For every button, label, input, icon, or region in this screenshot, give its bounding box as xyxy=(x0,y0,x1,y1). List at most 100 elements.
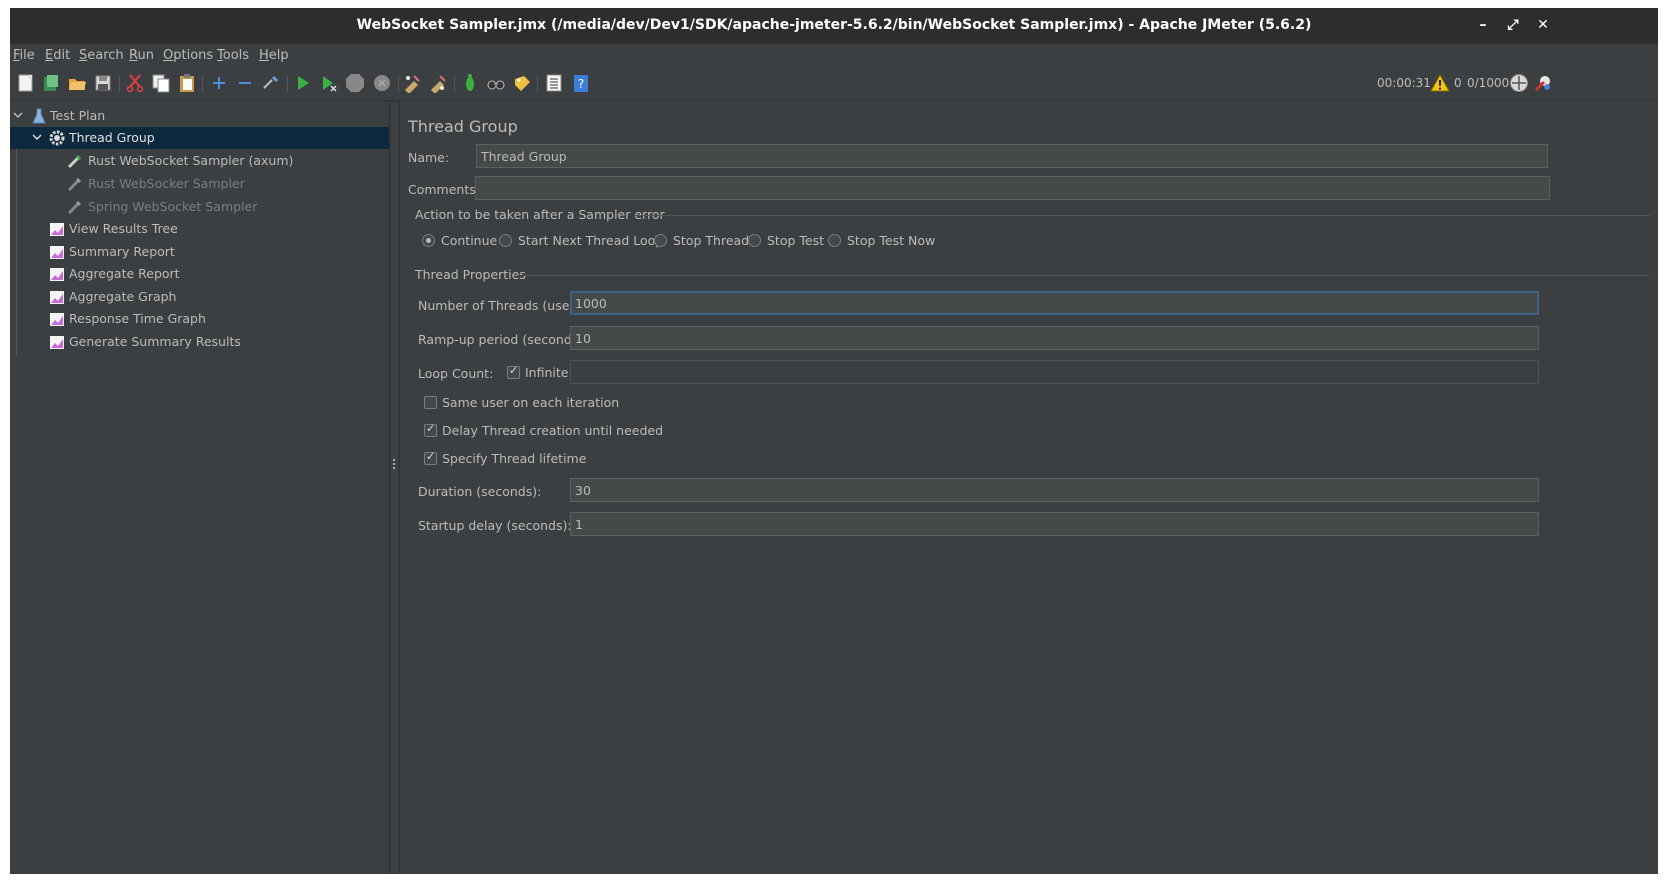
remote-engines-icon[interactable] xyxy=(1509,73,1529,93)
clear-all-icon[interactable] xyxy=(428,73,448,93)
menu-tools[interactable]: Tools xyxy=(217,48,249,63)
templates-icon[interactable] xyxy=(41,73,61,93)
maximize-button[interactable]: ⤢ xyxy=(1503,15,1523,35)
shutdown-icon[interactable] xyxy=(372,73,392,93)
status-indicator-icon[interactable] xyxy=(1533,73,1553,93)
thread-properties-section-title: Thread Properties xyxy=(415,267,526,282)
tree-node-test-plan[interactable]: Test Plan xyxy=(10,105,390,127)
new-icon[interactable] xyxy=(16,73,36,93)
tree-node-sampler-disabled[interactable]: Rust WebSocker Sampler xyxy=(10,173,390,195)
startup-delay-input[interactable] xyxy=(570,512,1539,536)
tree-node-label: Spring WebSocket Sampler xyxy=(88,199,258,214)
tree-node-label: Rust WebSocker Sampler xyxy=(88,176,245,191)
specify-lifetime-label: Specify Thread lifetime xyxy=(442,451,587,466)
toolbar-separator xyxy=(119,75,120,93)
tree-node-label: Generate Summary Results xyxy=(69,334,241,349)
minimize-button[interactable]: – xyxy=(1473,15,1493,35)
window-title: WebSocket Sampler.jmx (/media/dev/Dev1/S… xyxy=(356,17,1312,33)
tree-node-listener[interactable]: Aggregate Graph xyxy=(10,286,390,308)
elapsed-time: 00:00:31 xyxy=(1377,76,1431,90)
threads-input[interactable] xyxy=(570,291,1539,315)
specify-lifetime-checkbox[interactable] xyxy=(424,450,437,465)
close-button[interactable]: ✕ xyxy=(1533,15,1553,35)
help-icon[interactable]: ? xyxy=(571,73,591,93)
stop-icon[interactable] xyxy=(345,73,365,93)
tree-node-label: Response Time Graph xyxy=(69,311,206,326)
toolbar-separator xyxy=(202,75,203,93)
open-icon[interactable] xyxy=(67,73,87,93)
start-icon[interactable] xyxy=(293,73,313,93)
listener-graph-icon xyxy=(50,223,64,236)
menu-options[interactable]: Options xyxy=(163,48,213,63)
duration-input[interactable] xyxy=(570,478,1539,502)
name-input[interactable] xyxy=(476,144,1548,168)
tree-node-sampler[interactable]: Rust WebSocket Sampler (axum) xyxy=(10,150,390,172)
listener-graph-icon xyxy=(50,291,64,304)
comments-input[interactable] xyxy=(475,176,1550,200)
collapse-icon[interactable] xyxy=(235,73,255,93)
save-icon[interactable] xyxy=(93,73,113,93)
rampup-label: Ramp-up period (seconds): xyxy=(418,332,588,347)
radio-stop-test-now[interactable] xyxy=(828,234,841,247)
test-plan-icon xyxy=(32,108,46,124)
loop-count-input[interactable] xyxy=(570,360,1539,384)
toolbar-separator xyxy=(398,75,399,93)
clear-icon[interactable] xyxy=(402,73,422,93)
radio-stop-test[interactable] xyxy=(748,234,761,247)
toolbar-separator xyxy=(454,75,455,93)
cut-icon[interactable] xyxy=(125,73,145,93)
menu-help[interactable]: Help xyxy=(259,48,289,63)
infinite-label: Infinite xyxy=(525,365,569,380)
search-icon[interactable] xyxy=(486,73,506,93)
drag-handle-icon[interactable] xyxy=(393,459,395,471)
function-helper-icon[interactable] xyxy=(460,73,480,93)
sampler-pipette-icon xyxy=(67,200,82,215)
tree-node-listener[interactable]: Aggregate Report xyxy=(10,263,390,285)
tree-node-label: Aggregate Graph xyxy=(69,289,177,304)
name-label: Name: xyxy=(408,150,450,165)
radio-continue[interactable] xyxy=(422,234,435,247)
same-user-checkbox[interactable] xyxy=(424,396,437,409)
reset-search-icon[interactable] xyxy=(512,73,532,93)
tree-node-label: Test Plan xyxy=(50,108,106,123)
log-viewer-icon[interactable] xyxy=(544,73,564,93)
tree-node-sampler-disabled[interactable]: Spring WebSocket Sampler xyxy=(10,196,390,218)
radio-stop-thread[interactable] xyxy=(654,234,667,247)
tree-node-listener[interactable]: View Results Tree xyxy=(10,218,390,240)
toolbar-separator xyxy=(287,75,288,93)
tree-node-label: Summary Report xyxy=(69,244,175,259)
menu-run[interactable]: Run xyxy=(129,48,154,63)
delay-thread-creation-checkbox[interactable] xyxy=(424,422,437,437)
radio-start-next-thread-loop[interactable] xyxy=(499,234,512,247)
loop-count-label: Loop Count: xyxy=(418,366,494,381)
paste-icon[interactable] xyxy=(177,73,197,93)
expand-icon[interactable] xyxy=(209,73,229,93)
tree-node-listener[interactable]: Generate Summary Results xyxy=(10,331,390,353)
infinite-checkbox[interactable] xyxy=(507,364,520,379)
sampler-pipette-icon xyxy=(67,154,82,169)
active-threads: 0/1000 xyxy=(1467,76,1510,90)
chevron-down-icon[interactable] xyxy=(12,109,24,121)
toggle-icon[interactable] xyxy=(261,73,281,93)
start-no-pauses-icon[interactable] xyxy=(319,73,339,93)
radio-label: Stop Test Now xyxy=(847,233,936,248)
tree-node-listener[interactable]: Response Time Graph xyxy=(10,308,390,330)
chevron-down-icon[interactable] xyxy=(31,131,43,143)
rampup-input[interactable] xyxy=(570,326,1539,350)
menu-file[interactable]: File xyxy=(13,48,35,63)
duration-label: Duration (seconds): xyxy=(418,484,542,499)
tree-node-listener[interactable]: Summary Report xyxy=(10,241,390,263)
copy-icon[interactable] xyxy=(151,73,171,93)
startup-delay-label: Startup delay (seconds): xyxy=(418,518,572,533)
title-bar: WebSocket Sampler.jmx (/media/dev/Dev1/S… xyxy=(10,8,1658,44)
threads-label: Number of Threads (users): xyxy=(418,298,591,313)
tree-node-thread-group[interactable]: Thread Group xyxy=(10,127,390,149)
delay-thread-creation-label: Delay Thread creation until needed xyxy=(442,423,664,438)
menu-edit[interactable]: Edit xyxy=(45,48,70,63)
section-divider xyxy=(517,275,1650,276)
menu-search[interactable]: Search xyxy=(79,48,124,63)
toolbar: ? 00:00:31 0 0/1000 xyxy=(10,67,1658,101)
warning-icon[interactable] xyxy=(1430,73,1450,93)
radio-label: Stop Thread xyxy=(673,233,750,248)
section-divider xyxy=(634,215,1650,216)
